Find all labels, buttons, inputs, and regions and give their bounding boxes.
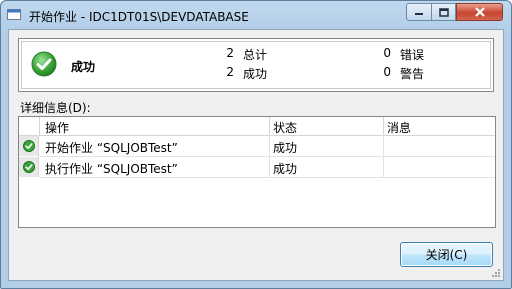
dialog-window: 开始作业 - IDC1DT01S\DEVDATABASE 成功 2 总计 2 成… [0,0,512,289]
overall-status: 成功 [71,60,96,74]
maximize-icon [438,7,449,17]
total-label: 总计 [243,48,268,62]
close-window-button[interactable] [456,3,503,21]
column-header-action[interactable]: 操作 [45,119,69,136]
row-status: 成功 [273,141,298,155]
minimize-button[interactable] [406,3,432,21]
error-count: 0 [383,46,391,60]
column-header-message[interactable]: 消息 [387,119,411,136]
job-window-icon [7,9,21,20]
warning-count: 0 [383,65,391,79]
window-title: 开始作业 - IDC1DT01S\DEVDATABASE [29,10,249,24]
details-grid[interactable]: 操作 状态 消息 开始作业 “SQLJOBTest” 成功 执行作业 “SQLJ… [18,116,496,228]
title-bar[interactable]: 开始作业 - IDC1DT01S\DEVDATABASE [1,1,511,29]
close-icon [474,7,485,17]
resize-grip-icon[interactable] [491,268,501,278]
table-row[interactable]: 开始作业 “SQLJOBTest” 成功 [19,136,495,156]
minimize-icon [415,13,423,15]
row-action: 开始作业 “SQLJOBTest” [45,141,178,155]
error-label: 错误 [400,48,425,62]
table-row[interactable]: 执行作业 “SQLJOBTest” 成功 [19,157,495,177]
maximize-button[interactable] [431,3,456,21]
column-header-status[interactable]: 状态 [273,119,297,136]
success-check-icon [31,51,57,77]
success-check-icon [23,140,35,152]
row-status: 成功 [273,162,298,176]
success-check-icon [23,161,35,173]
success-count: 2 [226,65,234,79]
total-count: 2 [226,46,234,60]
close-button[interactable]: 关闭(C) [400,242,493,267]
summary-panel: 成功 2 总计 2 成功 0 错误 0 警告 [18,38,494,92]
dialog-body: 成功 2 总计 2 成功 0 错误 0 警告 详细信息(D): 操作 状态 消息 [8,29,504,281]
success-label: 成功 [243,67,268,81]
row-action: 执行作业 “SQLJOBTest” [45,162,178,176]
warning-label: 警告 [400,67,425,81]
details-label: 详细信息(D): [20,101,91,115]
grid-header: 操作 状态 消息 [19,117,495,136]
